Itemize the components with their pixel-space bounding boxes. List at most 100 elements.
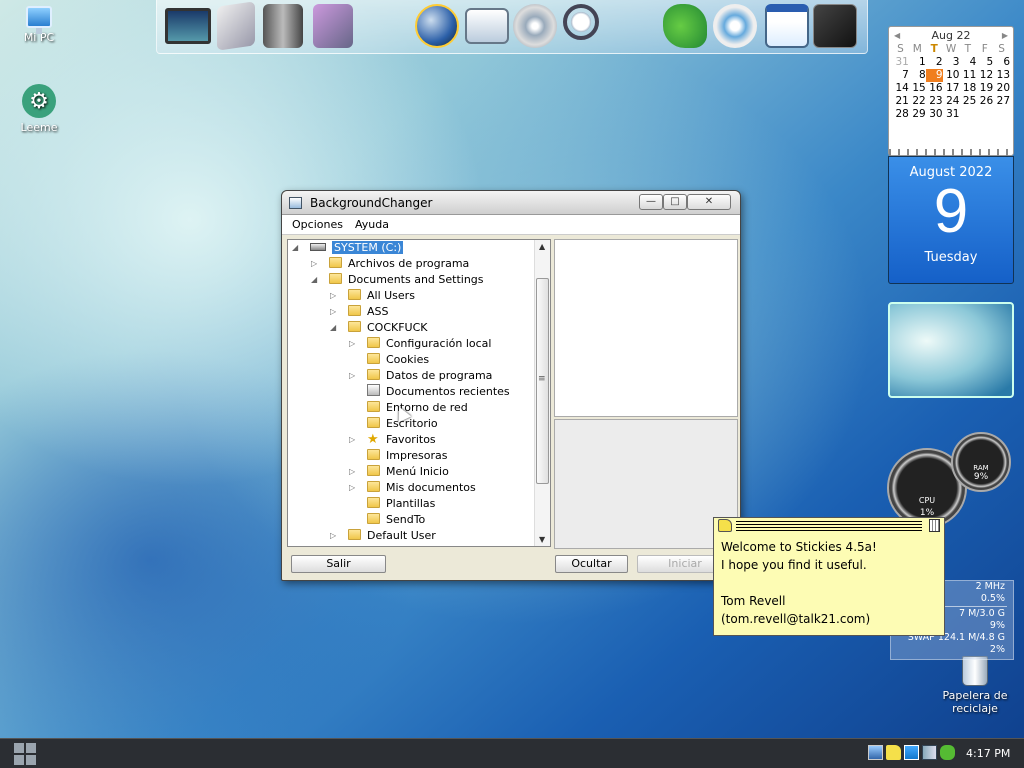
expand-arrow-icon[interactable]: ▷: [349, 480, 359, 496]
picture-frame-widget[interactable]: [888, 302, 1014, 398]
calendar-icon[interactable]: [765, 4, 809, 48]
next-month-button[interactable]: ▶: [1002, 31, 1008, 40]
calendar-day[interactable]: 30: [926, 108, 942, 121]
box-icon[interactable]: [813, 4, 857, 48]
title-bar[interactable]: BackgroundChanger — □ ✕: [282, 191, 740, 215]
close-button[interactable]: ✕: [687, 194, 731, 210]
sticky-icon[interactable]: [718, 519, 732, 532]
sticky-title-bar[interactable]: [714, 518, 944, 534]
collapse-arrow-icon[interactable]: ◢: [292, 240, 302, 256]
calendar-day[interactable]: 31: [943, 108, 959, 121]
menu-opciones[interactable]: Opciones: [286, 215, 349, 234]
globe-icon[interactable]: [415, 4, 459, 48]
tree-item[interactable]: Documentos recientes: [367, 384, 510, 400]
gator-tray-icon[interactable]: [940, 745, 955, 760]
display-icon[interactable]: [868, 745, 883, 760]
calendar-day[interactable]: 19: [976, 82, 993, 95]
tree-item[interactable]: Impresoras: [367, 448, 447, 464]
calendar-day[interactable]: 1: [909, 56, 926, 69]
calendar-day[interactable]: 28: [892, 108, 908, 121]
tree-item[interactable]: Cookies: [367, 352, 429, 368]
sticky-icon[interactable]: [886, 745, 901, 760]
calendar-day[interactable]: 14: [892, 82, 908, 95]
expand-arrow-icon[interactable]: ▷: [330, 304, 340, 320]
calendar-day[interactable]: 11: [959, 69, 976, 82]
image-list-pane[interactable]: [554, 419, 738, 549]
expand-arrow-icon[interactable]: ▷: [330, 528, 340, 544]
flower-icon[interactable]: [313, 4, 353, 48]
window-icon[interactable]: [904, 745, 919, 760]
expand-arrow-icon[interactable]: ▷: [311, 256, 321, 272]
collapse-arrow-icon[interactable]: ◢: [330, 320, 340, 336]
tree-item[interactable]: ▷ Configuración local: [349, 336, 491, 352]
calendar-day[interactable]: 20: [993, 82, 1010, 95]
tree-item[interactable]: ◢ Documents and Settings: [311, 272, 484, 288]
expand-arrow-icon[interactable]: ▷: [349, 464, 359, 480]
tree-item[interactable]: ◢ COCKFUCK: [330, 320, 428, 336]
scroll-up-icon[interactable]: ▲: [539, 242, 545, 251]
sticky-text[interactable]: Welcome to Stickies 4.5a! I hope you fin…: [714, 534, 944, 632]
menu-ayuda[interactable]: Ayuda: [349, 215, 395, 234]
settings-icon[interactable]: [713, 4, 757, 48]
tree-item[interactable]: Plantillas: [367, 496, 435, 512]
tree-item[interactable]: SendTo: [367, 512, 425, 528]
start-menu-icon[interactable]: [14, 743, 37, 765]
gator-icon[interactable]: [663, 4, 707, 48]
minimize-button[interactable]: —: [639, 194, 663, 210]
calendar-day[interactable]: 18: [959, 82, 976, 95]
calendar-day[interactable]: 8: [909, 69, 926, 82]
tree-item[interactable]: ▷ Archivos de programa: [311, 256, 469, 272]
calendar-day[interactable]: 25: [959, 95, 976, 108]
network-icon[interactable]: [922, 745, 937, 760]
folder-tree[interactable]: ◢ SYSTEM (C:) ▷ Archivos de programa ◢ Docume…: [287, 239, 551, 547]
tree-item[interactable]: ▷ All Users: [330, 288, 415, 304]
calendar-day[interactable]: 24: [943, 95, 959, 108]
calendar-day[interactable]: 7: [892, 69, 909, 82]
sticky-drag-grip[interactable]: [736, 521, 922, 531]
monitor-icon[interactable]: [165, 8, 211, 44]
expand-arrow-icon[interactable]: ▷: [349, 368, 359, 384]
expand-arrow-icon[interactable]: ▷: [349, 336, 359, 352]
tree-item[interactable]: ▷ Menú Inicio: [349, 464, 449, 480]
calendar-day[interactable]: 26: [976, 95, 993, 108]
calendar-day[interactable]: 3: [943, 56, 960, 69]
calendar-day[interactable]: 16: [926, 82, 942, 95]
tree-item[interactable]: ◢ SYSTEM (C:): [292, 240, 404, 256]
documents-icon[interactable]: [217, 1, 255, 51]
tree-item[interactable]: ▷ Datos de programa: [349, 368, 492, 384]
scroll-down-icon[interactable]: ▼: [539, 535, 545, 544]
calendar-day[interactable]: 12: [976, 69, 993, 82]
calendar-day[interactable]: 10: [943, 69, 959, 82]
tree-scrollbar[interactable]: ▲ ≡ ▼: [534, 240, 550, 546]
tree-item[interactable]: ▷ Default User: [330, 528, 436, 544]
calendar-day[interactable]: 17: [943, 82, 959, 95]
calendar-day[interactable]: 6: [993, 56, 1010, 69]
calendar-day[interactable]: 13: [993, 69, 1010, 82]
calendar-day[interactable]: 15: [909, 82, 925, 95]
sticky-note[interactable]: Welcome to Stickies 4.5a! I hope you fin…: [713, 517, 945, 636]
music-icon[interactable]: [513, 4, 557, 48]
taskbar-clock[interactable]: 4:17 PM: [966, 747, 1010, 760]
prev-month-button[interactable]: ◀: [894, 31, 900, 40]
calendar-day[interactable]: 9: [925, 69, 943, 82]
calendar-day[interactable]: 31: [892, 56, 908, 69]
desktop-icon-mi-pc[interactable]: Mi PC: [4, 2, 74, 44]
tree-item[interactable]: Entorno de red: [367, 400, 468, 416]
tree-item[interactable]: ▷ ASS: [330, 304, 389, 320]
tree-item[interactable]: ▷ Mis documentos: [349, 480, 476, 496]
calendar-day[interactable]: 29: [909, 108, 925, 121]
expand-arrow-icon[interactable]: ▷: [349, 432, 359, 448]
desktop-icon-leeme[interactable]: ⚙ Leeme: [4, 84, 74, 134]
exit-button[interactable]: Salir: [291, 555, 386, 573]
collapse-arrow-icon[interactable]: ◢: [311, 272, 321, 288]
hide-button[interactable]: Ocultar: [555, 555, 628, 573]
calendar-day[interactable]: 2: [926, 56, 943, 69]
search-icon[interactable]: [563, 4, 599, 40]
calendar-day[interactable]: 23: [926, 95, 942, 108]
expand-arrow-icon[interactable]: ▷: [330, 288, 340, 304]
calendar-day[interactable]: 5: [976, 56, 993, 69]
mail-icon[interactable]: [465, 8, 509, 44]
calendar-day[interactable]: 27: [993, 95, 1010, 108]
desktop-icon-recycle-bin[interactable]: Papelera de reciclaje: [940, 656, 1010, 715]
trash-icon[interactable]: [929, 519, 940, 532]
